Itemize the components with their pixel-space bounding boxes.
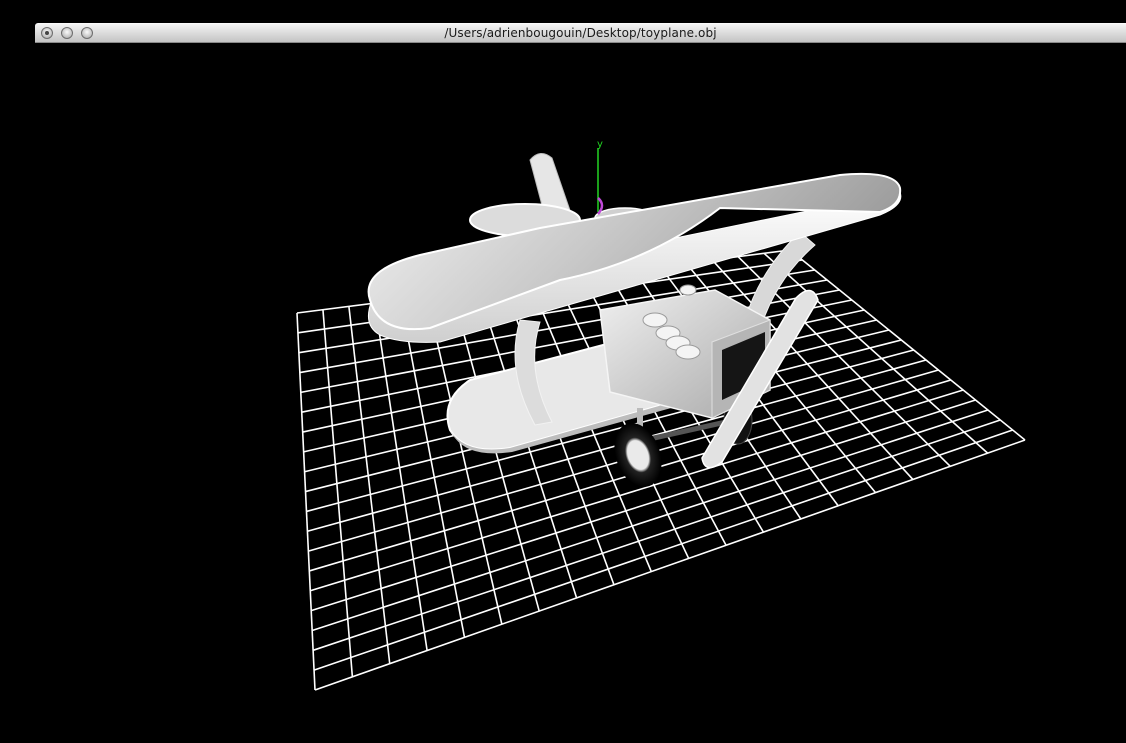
toyplane-model xyxy=(367,153,902,487)
window-title: /Users/adrienbougouin/Desktop/toyplane.o… xyxy=(444,26,717,40)
y-axis-label: y xyxy=(597,139,603,150)
grid-line xyxy=(314,439,1026,691)
window-titlebar[interactable]: /Users/adrienbougouin/Desktop/toyplane.o… xyxy=(35,23,1126,43)
grid-line xyxy=(310,389,964,592)
axis-gizmo: y xyxy=(597,139,604,215)
grid-line xyxy=(400,299,466,638)
grid-line xyxy=(425,296,503,625)
3d-viewport[interactable]: y xyxy=(0,43,1126,743)
left-wheel xyxy=(614,423,662,487)
